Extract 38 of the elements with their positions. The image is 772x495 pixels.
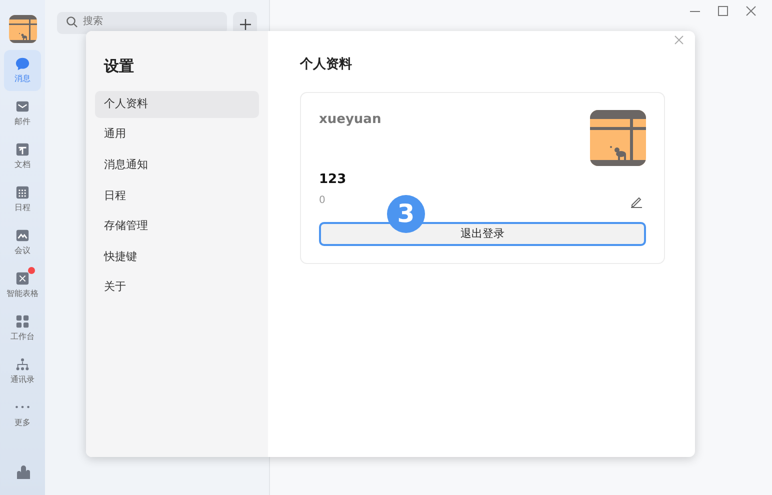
- calendar-icon: [15, 185, 30, 200]
- count-text: 0: [319, 194, 326, 208]
- nav-item[interactable]: 智能表格: [4, 265, 41, 306]
- nav-item[interactable]: 消息: [4, 50, 41, 91]
- chart-icon: [15, 228, 30, 243]
- user-name: xueyuan: [319, 110, 382, 128]
- nav-item[interactable]: 邮件: [4, 93, 41, 134]
- maximize-icon[interactable]: [718, 6, 728, 16]
- minimize-icon[interactable]: [690, 10, 700, 12]
- document-icon: [15, 142, 30, 157]
- settings-menu-item[interactable]: 通用: [95, 121, 259, 148]
- table-icon: [15, 271, 30, 286]
- org-chart-icon: [15, 357, 30, 372]
- plus-icon: [240, 18, 250, 30]
- chat-bubble-icon: [15, 56, 30, 71]
- bar-icon[interactable]: [14, 464, 30, 480]
- search-icon: [66, 16, 78, 28]
- settings-menu-item[interactable]: 日程: [95, 182, 259, 210]
- nav-item[interactable]: 会议: [4, 222, 41, 263]
- nav-item[interactable]: 更多: [4, 394, 41, 435]
- nav-item[interactable]: 文档: [4, 136, 41, 177]
- settings-menu-item[interactable]: 关于: [95, 274, 259, 302]
- close-icon[interactable]: [746, 6, 756, 16]
- settings-menu-item[interactable]: 消息通知: [95, 152, 259, 179]
- settings-menu-item[interactable]: 快捷键: [95, 243, 259, 270]
- more-icon: [15, 405, 30, 409]
- grid-icon: [15, 314, 30, 329]
- nav-item[interactable]: 日程: [4, 179, 41, 220]
- logout-button[interactable]: 退出登录: [319, 222, 646, 246]
- settings-menu-item[interactable]: 存储管理: [95, 212, 259, 240]
- envelope-icon: [15, 99, 30, 114]
- nav-item[interactable]: 通讯录: [4, 351, 41, 392]
- edit-icon[interactable]: [630, 195, 643, 208]
- section-title: 个人资料: [300, 56, 353, 74]
- settings-menu-item[interactable]: 个人资料: [95, 90, 259, 118]
- user-number: 123: [319, 170, 348, 188]
- nav-item[interactable]: 工作台: [4, 308, 41, 349]
- dialog-title: 设置: [104, 56, 135, 77]
